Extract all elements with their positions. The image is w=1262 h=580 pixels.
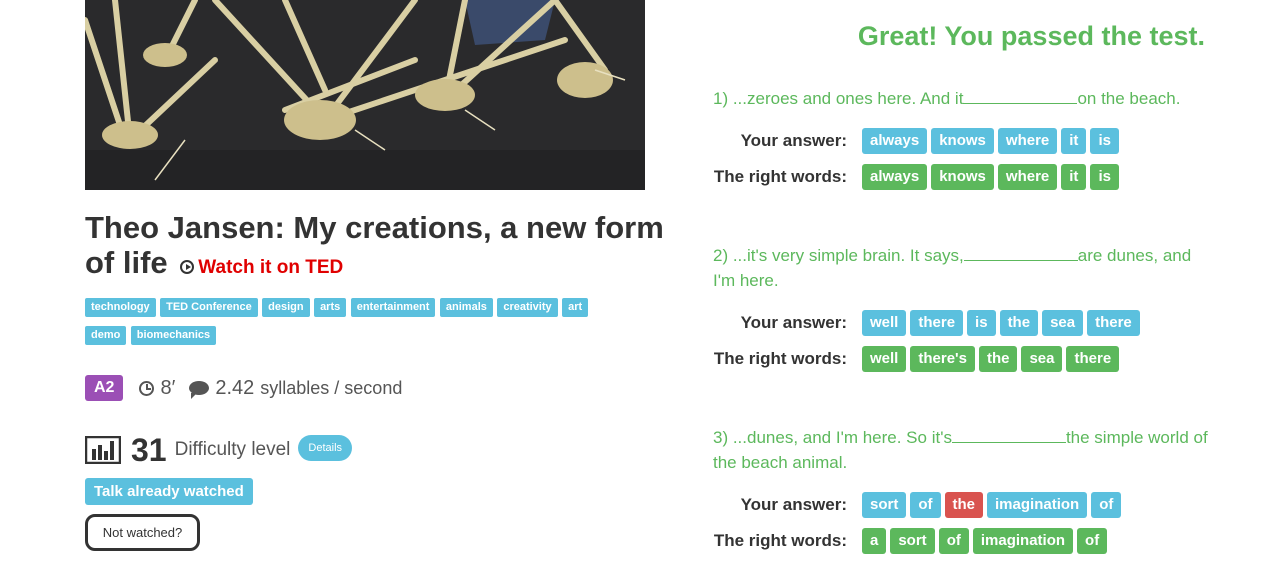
question-text: 2) ...it's very simple brain. It says, ar… xyxy=(713,243,1213,293)
answer-word-chip: always xyxy=(862,128,928,154)
answer-word-chip: imagination xyxy=(987,492,1088,518)
answer-word-chip: where xyxy=(997,128,1058,154)
question-text: 1) ...zeroes and ones here. And it on the… xyxy=(713,86,1213,111)
right-word-chip: is xyxy=(1090,164,1119,190)
video-thumbnail[interactable] xyxy=(85,0,645,190)
syllables-value: 2.42 xyxy=(215,376,255,399)
your-answer-label: Your answer: xyxy=(740,313,847,332)
answer-word-chip: is xyxy=(967,310,996,336)
answer-word-chip: of xyxy=(910,492,941,518)
right-word-chip: knows xyxy=(931,164,994,190)
tag[interactable]: animals xyxy=(439,298,493,317)
answer-word-chip: is xyxy=(1090,128,1119,154)
question-text: 3) ...dunes, and I'm here. So it's the si… xyxy=(713,425,1213,475)
tag[interactable]: arts xyxy=(314,298,347,317)
talk-title-text: Theo Jansen: My creations, a new form of… xyxy=(85,210,664,280)
answer-chips: well there is the sea there xyxy=(862,310,1144,336)
question-after: on the beach. xyxy=(1077,89,1181,108)
bar-chart-icon xyxy=(85,436,121,464)
answer-word-chip: there xyxy=(1087,310,1140,336)
tag[interactable]: entertainment xyxy=(350,298,436,317)
blank xyxy=(963,244,1078,261)
right-word-chip: there's xyxy=(910,346,975,372)
answer-word-chip: it xyxy=(1061,128,1087,154)
your-answer-label: Your answer: xyxy=(740,131,847,150)
right-word-chip: there xyxy=(1066,346,1120,372)
blank xyxy=(963,87,1078,104)
your-answer-row: Your answer: sort of the imagination of xyxy=(713,491,1125,519)
wrong-word-chip: the xyxy=(944,492,984,518)
play-circle-icon[interactable] xyxy=(180,260,195,274)
talk-watched-badge: Talk already watched xyxy=(85,478,253,505)
strandbeest-image xyxy=(85,0,645,190)
talk-title: Theo Jansen: My creations, a new form of… xyxy=(85,210,665,285)
right-word-chip: where xyxy=(997,164,1058,190)
tag[interactable]: biomechanics xyxy=(130,326,217,345)
duration: 8′ xyxy=(160,376,176,399)
answer-word-chip: there xyxy=(910,310,964,336)
talk-meta: A2 8′ 2.42 syllables / second xyxy=(85,374,402,402)
tag[interactable]: design xyxy=(262,298,310,317)
level-badge: A2 xyxy=(85,375,124,401)
result-title: Great! You passed the test. xyxy=(857,21,1205,51)
right-word-chip: imagination xyxy=(972,528,1074,554)
difficulty: 31 Difficulty level Details xyxy=(85,430,353,470)
answer-word-chip: of xyxy=(1091,492,1122,518)
right-word-chip: of xyxy=(938,528,969,554)
your-answer-row: Your answer: always knows where it is xyxy=(713,127,1123,155)
right-chips: well there's the sea there xyxy=(862,346,1123,372)
speech-bubble-icon xyxy=(189,381,210,399)
watch-on-ted-link[interactable]: Watch it on TED xyxy=(198,257,343,278)
right-word-chip: it xyxy=(1061,164,1087,190)
right-word-chip: the xyxy=(978,346,1018,372)
details-button[interactable]: Details xyxy=(298,435,353,461)
right-chips: a sort of imagination of xyxy=(862,528,1111,554)
your-answer-row: Your answer: well there is the sea there xyxy=(713,309,1144,337)
right-words-row: The right words: a sort of imagination of xyxy=(713,527,1111,555)
right-word-chip: always xyxy=(862,164,928,190)
right-word-chip: of xyxy=(1077,528,1108,554)
your-answer-label: Your answer: xyxy=(740,495,847,514)
tag[interactable]: creativity xyxy=(497,298,558,317)
tag[interactable]: demo xyxy=(85,326,127,345)
answer-word-chip: the xyxy=(999,310,1039,336)
answer-word-chip: sea xyxy=(1042,310,1084,336)
tag-list: technology TED Conference design arts en… xyxy=(85,297,645,353)
syllables-unit: syllables / second xyxy=(260,377,403,398)
answer-word-chip: sort xyxy=(862,492,907,518)
answer-chips: always knows where it is xyxy=(862,128,1123,154)
not-watched-button[interactable]: Not watched? xyxy=(85,514,200,551)
right-word-chip: sea xyxy=(1021,346,1063,372)
right-chips: always knows where it is xyxy=(862,164,1123,190)
answer-chips: sort of the imagination of xyxy=(862,492,1125,518)
right-word-chip: well xyxy=(862,346,907,372)
tag[interactable]: TED Conference xyxy=(160,298,258,317)
blank xyxy=(951,426,1066,443)
right-words-row: The right words: well there's the sea there xyxy=(713,345,1123,373)
answer-word-chip: knows xyxy=(931,128,994,154)
right-words-row: The right words: always knows where it is xyxy=(713,163,1123,191)
answer-word-chip: well xyxy=(862,310,907,336)
tag[interactable]: art xyxy=(562,298,589,317)
right-words-label: The right words: xyxy=(713,167,847,186)
right-word-chip: sort xyxy=(890,528,935,554)
right-word-chip: a xyxy=(862,528,887,554)
difficulty-label: Difficulty level xyxy=(174,439,291,460)
difficulty-value: 31 xyxy=(131,431,167,468)
right-words-label: The right words: xyxy=(713,349,847,368)
question-before: 3) ...dunes, and I'm here. So it's xyxy=(713,428,952,447)
question-before: 2) ...it's very simple brain. It says, xyxy=(713,246,964,265)
question-before: 1) ...zeroes and ones here. And it xyxy=(713,89,964,108)
tag[interactable]: technology xyxy=(85,298,156,317)
right-words-label: The right words: xyxy=(713,531,847,550)
clock-icon xyxy=(139,380,155,396)
